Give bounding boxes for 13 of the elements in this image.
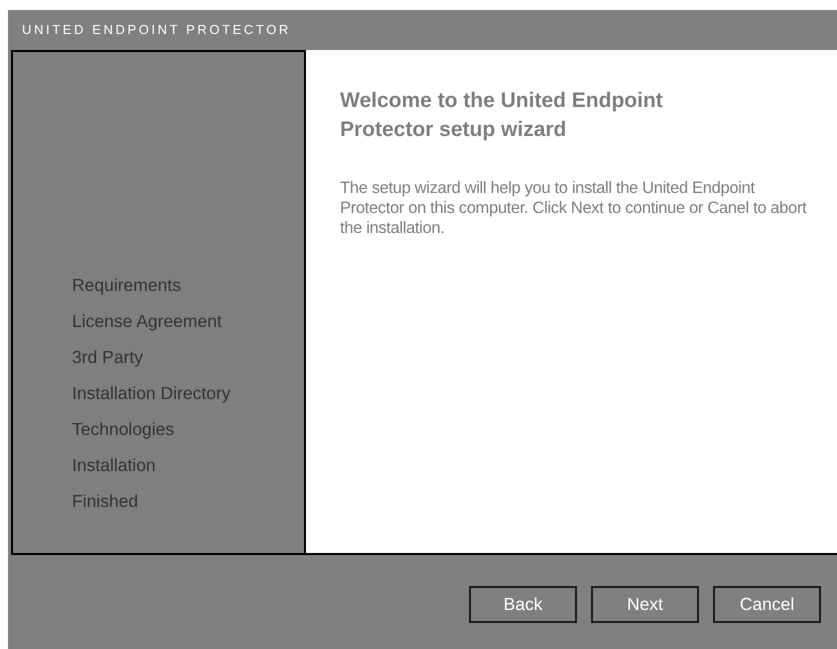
step-label: 3rd Party <box>72 346 144 369</box>
wizard-button[interactable]: Back <box>469 586 577 623</box>
step-label: Technologies <box>72 418 176 441</box>
step-label: Installation Directory <box>72 382 232 405</box>
welcome-heading: Welcome to the United Endpoint Protector setup wizard <box>340 88 664 143</box>
window-title: UNITED ENDPOINT PROTECTOR <box>22 21 291 40</box>
step-label: Requirements <box>72 274 182 297</box>
welcome-text: The setup wizard will help you to install the United Endpoint Protector on this computer. Click Next to continue or Canel to abort the installation. <box>340 178 808 238</box>
step-label: Finished <box>72 490 140 513</box>
step-label: License Agreement <box>72 310 223 333</box>
wizard-button[interactable]: Next <box>591 586 699 623</box>
wizard-button[interactable]: Cancel <box>713 586 821 623</box>
step-label: Installation <box>72 454 157 477</box>
